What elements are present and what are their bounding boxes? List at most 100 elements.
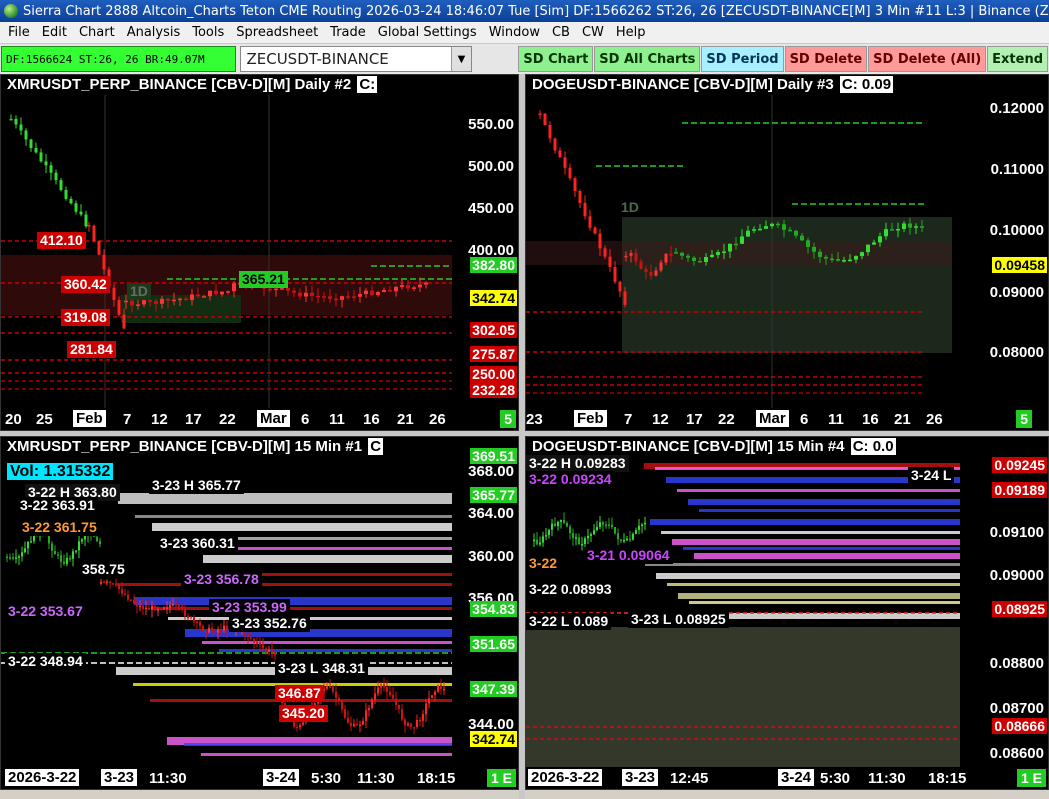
candle-body <box>914 226 918 228</box>
menu-help[interactable]: Help <box>610 25 652 40</box>
menu-window[interactable]: Window <box>483 25 546 40</box>
time-label: Mar <box>257 410 290 427</box>
candle-body <box>554 523 556 527</box>
menu-spreadsheet[interactable]: Spreadsheet <box>230 25 324 40</box>
candle-body <box>599 522 601 528</box>
chart-xmr-daily[interactable]: XMRUSDT_PERP_BINANCE [CBV-D][M] Daily #2… <box>0 74 519 431</box>
candle-body <box>130 300 134 306</box>
timeframe-badge[interactable]: 5 <box>1016 410 1032 428</box>
candle-body <box>629 252 633 256</box>
candle-body <box>69 557 71 560</box>
candle-body <box>692 257 696 261</box>
candle-body <box>130 599 132 602</box>
chart-doge-15min[interactable]: DOGEUSDT-BINANCE [CBV-D][M] 15 Min #4 C:… <box>525 436 1049 790</box>
time-axis[interactable]: 2026-3-22 3-23 12:45 3-24 5:30 11:30 18:… <box>526 767 1048 789</box>
candle-body <box>172 603 174 606</box>
sd-all-charts-button[interactable]: SD All Charts <box>594 46 701 72</box>
level-band <box>656 573 962 579</box>
price-label: 382.80 <box>470 257 517 273</box>
time-axis[interactable]: 23 Feb 7 12 17 22 Mar 6 11 16 21 26 5 <box>526 408 1048 430</box>
price-scale[interactable]: 550.00 500.00 450.00 400.00 382.80 342.7… <box>452 75 518 430</box>
candle-body <box>359 724 361 727</box>
menu-global-settings[interactable]: Global Settings <box>372 25 483 40</box>
level-band <box>689 601 962 604</box>
candle-body <box>569 526 571 534</box>
candle-body <box>145 607 147 610</box>
candle-body <box>422 714 424 721</box>
price-scale[interactable]: 0.09100 0.09000 0.08800 0.08700 0.08600 … <box>960 437 1048 789</box>
candle-body <box>15 557 17 559</box>
candle-body <box>776 223 780 226</box>
candle-body <box>629 538 631 541</box>
candle-body <box>214 290 218 295</box>
menu-file[interactable]: File <box>0 25 36 40</box>
time-label: 7 <box>624 411 633 428</box>
candle-body <box>539 542 541 545</box>
candle-body <box>118 584 120 590</box>
chart-xmr-15min[interactable]: XMRUSDT_PERP_BINANCE [CBV-D][M] 15 Min #… <box>0 436 519 790</box>
candle-body <box>866 244 870 253</box>
candle-body <box>84 214 88 227</box>
level-label: 3-22 363.91 <box>17 497 98 514</box>
candle-body <box>563 157 567 168</box>
level-band <box>184 743 454 746</box>
level-band <box>694 553 962 559</box>
time-axis[interactable]: 2026-3-22 3-23 11:30 3-24 5:30 11:30 18:… <box>1 767 518 789</box>
candle-body <box>202 625 204 631</box>
timeframe-badge[interactable]: 1 E <box>1016 769 1046 787</box>
extend-button[interactable]: Extend <box>987 46 1048 72</box>
candle-body <box>9 118 13 121</box>
symbol-selector[interactable]: ▼ <box>240 46 472 72</box>
candle-body <box>184 298 188 301</box>
candle-body <box>794 230 798 236</box>
menu-tools[interactable]: Tools <box>186 25 230 40</box>
menu-chart[interactable]: Chart <box>73 25 121 40</box>
sd-delete-all-button[interactable]: SD Delete (All) <box>868 46 987 72</box>
candle-body <box>818 251 822 257</box>
time-axis[interactable]: 20 25 Feb 7 12 17 22 Mar 6 11 16 21 26 5 <box>1 408 518 430</box>
menu-trade[interactable]: Trade <box>324 25 372 40</box>
sd-delete-button[interactable]: SD Delete <box>784 46 868 72</box>
candle-body <box>268 649 270 652</box>
candle-body <box>394 286 398 292</box>
price-scale[interactable]: 368.00 364.00 360.00 356.00 344.00 369.5… <box>452 437 518 789</box>
candle-body <box>533 539 535 542</box>
candle-body <box>96 536 98 542</box>
symbol-input[interactable] <box>241 48 452 70</box>
menu-cb[interactable]: CB <box>546 25 576 40</box>
candle-body <box>593 530 595 535</box>
sd-chart-button[interactable]: SD Chart <box>518 46 594 72</box>
candle-body <box>19 124 23 131</box>
time-label: 5:30 <box>820 770 851 787</box>
candle-body <box>578 191 582 203</box>
chart-doge-daily[interactable]: DOGEUSDT-BINANCE [CBV-D][M] Daily #3 C: … <box>525 74 1049 431</box>
candle-body <box>103 581 105 584</box>
menu-edit[interactable]: Edit <box>36 25 73 40</box>
timeframe-badge[interactable]: 1 E <box>486 769 516 787</box>
price-scale[interactable]: 0.12000 0.11000 0.10000 0.09000 0.08000 … <box>952 75 1048 430</box>
candle-body <box>400 285 404 287</box>
timeframe-badge[interactable]: 5 <box>500 410 516 428</box>
chart-header: XMRUSDT_PERP_BINANCE [CBV-D][M] 15 Min #… <box>7 438 384 455</box>
time-label: 12 <box>151 411 168 428</box>
candle-body <box>39 152 43 162</box>
candle-body <box>590 534 592 536</box>
candle-body <box>358 294 362 297</box>
price-label: 275.87 <box>470 346 517 362</box>
candle-body <box>106 581 108 584</box>
time-label: 3-23 <box>101 769 138 786</box>
candle-body <box>380 684 382 688</box>
candle-body <box>578 537 580 545</box>
candle-body <box>190 294 194 301</box>
menu-analysis[interactable]: Analysis <box>121 25 187 40</box>
menu-cw[interactable]: CW <box>576 25 610 40</box>
candle-body <box>412 287 416 289</box>
zone-band <box>622 217 954 353</box>
candle-body <box>57 554 59 556</box>
chevron-down-icon[interactable]: ▼ <box>450 47 471 71</box>
candle-body <box>764 226 768 229</box>
sd-period-button[interactable]: SD Period <box>701 46 784 72</box>
chart-header: DOGEUSDT-BINANCE [CBV-D][M] Daily #3 C: … <box>532 76 894 93</box>
candle-body <box>716 252 720 255</box>
candle-body <box>334 298 338 301</box>
